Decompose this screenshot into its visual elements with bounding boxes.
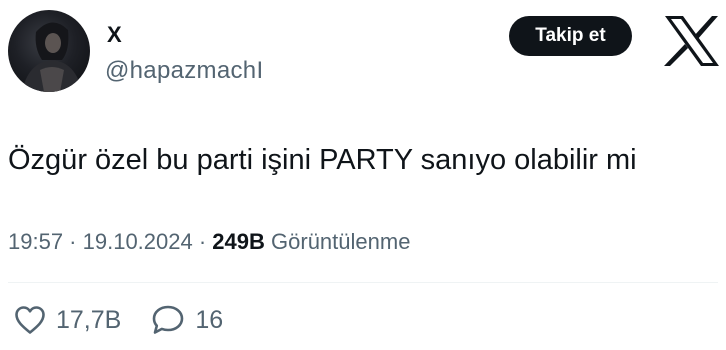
tweet-text: Özgür özel bu parti işini PARTY sanıyo o…: [8, 144, 637, 176]
display-name[interactable]: X: [107, 22, 122, 48]
avatar[interactable]: [8, 10, 90, 92]
meta-separator: ·: [63, 229, 83, 254]
meta-separator: ·: [192, 229, 213, 254]
avatar-photo: [22, 22, 82, 92]
speech-bubble-icon: [151, 304, 185, 336]
action-bar: 17,7B 16: [14, 302, 223, 338]
reply-button[interactable]: 16: [151, 304, 223, 336]
heart-icon: [14, 305, 46, 335]
follow-button[interactable]: Takip et: [509, 16, 632, 56]
user-handle[interactable]: @hapazmachI: [105, 56, 263, 86]
tweet-date[interactable]: 19.10.2024: [83, 229, 193, 254]
views-label: Görüntülenme: [271, 229, 411, 254]
x-logo-icon[interactable]: [663, 14, 721, 68]
tweet-metadata: 19:57 · 19.10.2024 · 249B Görüntülenme: [8, 228, 410, 256]
like-button[interactable]: 17,7B: [14, 305, 121, 335]
divider: [8, 282, 718, 283]
views-count: 249B: [212, 229, 265, 254]
like-count: 17,7B: [56, 306, 122, 334]
tweet-time[interactable]: 19:57: [8, 229, 63, 254]
reply-count: 16: [195, 306, 224, 334]
